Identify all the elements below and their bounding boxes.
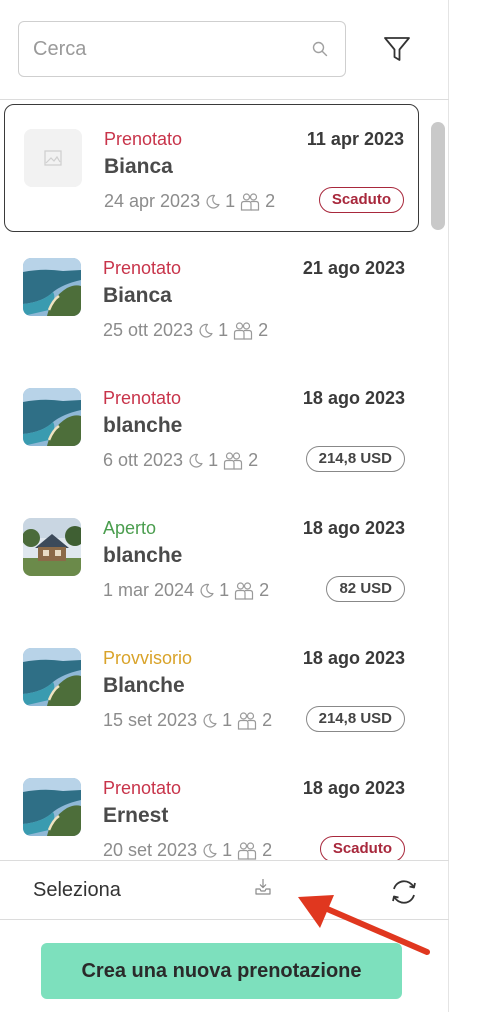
- moon-icon: [189, 453, 203, 468]
- booking-thumbnail: [23, 648, 81, 706]
- booking-status: Prenotato: [103, 778, 182, 798]
- checkin-date: 6 ott 2023: [103, 450, 184, 470]
- guests-icon: [241, 192, 260, 211]
- booking-card[interactable]: Prenotato 18 ago 2023 Ernest 20 set 2023 1 2 S…: [4, 754, 419, 860]
- price-badge: 214,8 USD: [305, 706, 405, 732]
- guest-name: Blanche: [103, 674, 185, 697]
- checkin-date: 25 ott 2023: [103, 320, 194, 340]
- bottom-toolbar: Seleziona: [0, 860, 449, 920]
- guests-icon: [223, 451, 243, 470]
- checkin-date: 20 set 2023: [103, 840, 198, 860]
- guests-icon: [234, 581, 254, 600]
- booking-meta: 20 set 2023 1 2: [103, 840, 272, 860]
- booking-date: 18 ago 2023: [302, 648, 405, 668]
- guest-name: blanche: [103, 414, 183, 437]
- booking-meta: 15 set 2023 1 2: [103, 710, 272, 731]
- booking-meta: 24 apr 2023 1 2: [104, 191, 275, 212]
- moon-icon: [203, 713, 217, 728]
- search-icon: [312, 41, 328, 57]
- booking-status: Aperto: [103, 518, 157, 538]
- moon-icon: [199, 323, 213, 338]
- booking-status: Prenotato: [103, 388, 182, 408]
- top-toolbar: [0, 0, 449, 100]
- expired-badge: Scaduto: [318, 187, 404, 213]
- checkin-date: 15 set 2023: [103, 710, 198, 730]
- filter-funnel-icon[interactable]: [382, 34, 412, 64]
- guests-count: 2: [248, 450, 259, 470]
- expired-badge: Scaduto: [319, 836, 405, 860]
- booking-status: Provvisorio: [103, 648, 193, 668]
- moon-icon: [206, 194, 220, 209]
- guests-count: 2: [259, 580, 270, 600]
- checkin-date: 24 apr 2023: [104, 191, 201, 211]
- booking-thumbnail: [23, 388, 81, 446]
- booking-date: 11 apr 2023: [306, 129, 404, 149]
- guests-icon: [237, 841, 257, 860]
- booking-card[interactable]: Aperto 18 ago 2023 blanche 1 mar 2024 1 2 82 U…: [4, 494, 419, 622]
- moon-icon: [200, 583, 214, 598]
- booking-card[interactable]: Prenotato 11 apr 2023 Bianca 24 apr 2023 1 2 S…: [4, 104, 419, 232]
- guests-count: 2: [265, 191, 276, 211]
- nights-count: 1: [222, 840, 233, 860]
- guest-name: Bianca: [104, 155, 173, 178]
- nights-count: 1: [225, 191, 236, 211]
- guests-icon: [237, 711, 257, 730]
- guest-name: Bianca: [103, 284, 172, 307]
- booking-thumbnail: [23, 778, 81, 836]
- booking-meta: 1 mar 2024 1 2: [103, 580, 269, 601]
- booking-date: 18 ago 2023: [302, 388, 405, 408]
- refresh-icon[interactable]: [388, 876, 420, 908]
- select-button[interactable]: Seleziona: [33, 879, 121, 902]
- guest-name: Ernest: [103, 804, 169, 827]
- guests-count: 2: [262, 710, 273, 730]
- moon-icon: [203, 843, 217, 858]
- nights-count: 1: [218, 320, 229, 340]
- booking-date: 18 ago 2023: [302, 518, 405, 538]
- booking-list: Prenotato 11 apr 2023 Bianca 24 apr 2023 1 2 S…: [0, 101, 449, 860]
- search-box[interactable]: [18, 21, 346, 77]
- booking-status: Prenotato: [103, 258, 182, 278]
- booking-date: 18 ago 2023: [302, 778, 405, 798]
- guests-count: 2: [262, 840, 273, 860]
- list-scrollbar[interactable]: [431, 122, 445, 230]
- guests-count: 2: [258, 320, 269, 340]
- nights-count: 1: [222, 710, 233, 730]
- booking-thumbnail: [23, 258, 81, 316]
- search-input[interactable]: [33, 22, 303, 76]
- new-booking-button[interactable]: Crea una nuova prenotazione: [41, 943, 402, 999]
- booking-card[interactable]: Provvisorio 18 ago 2023 Blanche 15 set 2023…: [4, 624, 419, 752]
- booking-date: 21 ago 2023: [302, 258, 405, 278]
- booking-status: Prenotato: [104, 129, 183, 149]
- nights-count: 1: [219, 580, 230, 600]
- booking-meta: 6 ott 2023 1 2: [103, 450, 258, 471]
- bookings-panel: Prenotato 11 apr 2023 Bianca 24 apr 2023 1 2 S…: [0, 0, 449, 1012]
- price-badge: 82 USD: [326, 576, 405, 602]
- guests-icon: [234, 321, 253, 340]
- booking-thumbnail: [23, 518, 81, 576]
- booking-meta: 25 ott 2023 1 2: [103, 320, 268, 341]
- price-badge: 214,8 USD: [305, 446, 405, 472]
- checkin-date: 1 mar 2024: [103, 580, 195, 600]
- booking-thumbnail: [24, 129, 82, 187]
- booking-card[interactable]: Prenotato 18 ago 2023 blanche 6 ott 2023 1 2 2…: [4, 364, 419, 492]
- nights-count: 1: [208, 450, 219, 470]
- guest-name: blanche: [103, 544, 183, 567]
- booking-card[interactable]: Prenotato 21 ago 2023 Bianca 25 ott 2023 1 2: [4, 234, 419, 362]
- download-tray-icon[interactable]: [253, 877, 273, 897]
